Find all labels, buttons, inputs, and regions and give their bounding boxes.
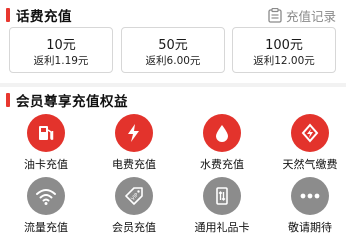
fuel-pump-icon (27, 114, 65, 152)
section-accent-bar (6, 93, 10, 107)
vip-tag-icon: VIP (115, 177, 153, 215)
topup-section-header: 话费充值 充值记录 (0, 5, 346, 25)
topup-option-10[interactable]: 10元 返利1.19元 (9, 27, 113, 73)
benefit-item-gift-card[interactable]: 通用礼品卡 (187, 177, 257, 234)
water-drop-icon (203, 114, 241, 152)
benefit-label: 敬请期待 (288, 221, 332, 234)
section-divider (0, 83, 346, 87)
more-dots-icon (291, 177, 329, 215)
benefit-label: 流量充值 (24, 221, 68, 234)
topup-option-100[interactable]: 100元 返利12.00元 (232, 27, 336, 73)
benefit-item-water[interactable]: 水费充值 (187, 114, 257, 171)
benefit-label: 油卡充值 (24, 158, 68, 171)
topup-options: 10元 返利1.19元 50元 返利6.00元 100元 返利12.00元 (9, 27, 338, 73)
benefit-label: 天然气缴费 (282, 158, 338, 171)
gift-card-icon (203, 177, 241, 215)
records-label: 充值记录 (285, 8, 336, 24)
topup-amount: 10元 (46, 38, 76, 53)
benefit-label: 水费充值 (200, 158, 244, 171)
records-icon (268, 7, 282, 23)
topup-rebate: 返利12.00元 (253, 55, 315, 67)
topup-section-title: 话费充值 (16, 9, 72, 25)
topup-amount: 100元 (265, 38, 303, 53)
benefits-section-header: 会员尊享充值权益 (0, 90, 346, 110)
benefit-label: 通用礼品卡 (194, 221, 250, 234)
benefits-section-title: 会员尊享充值权益 (16, 94, 128, 110)
benefit-item-electricity[interactable]: 电费充值 (99, 114, 169, 171)
topup-option-50[interactable]: 50元 返利6.00元 (121, 27, 225, 73)
topup-records-link[interactable]: 充值记录 (268, 5, 336, 25)
benefit-label: 电费充值 (112, 158, 156, 171)
gas-flame-icon (291, 114, 329, 152)
benefit-item-membership[interactable]: VIP 会员充值 (99, 177, 169, 234)
benefit-item-data[interactable]: 流量充值 (11, 177, 81, 234)
section-accent-bar (6, 8, 10, 22)
benefit-item-natural-gas[interactable]: 天然气缴费 (275, 114, 345, 171)
topup-amount: 50元 (158, 38, 188, 53)
benefit-label: 会员充值 (112, 221, 156, 234)
topup-rebate: 返利1.19元 (33, 55, 89, 67)
benefit-item-coming-soon[interactable]: 敬请期待 (275, 177, 345, 234)
lightning-icon (115, 114, 153, 152)
wifi-icon (27, 177, 65, 215)
benefit-item-fuel-card[interactable]: 油卡充值 (11, 114, 81, 171)
topup-rebate: 返利6.00元 (145, 55, 201, 67)
